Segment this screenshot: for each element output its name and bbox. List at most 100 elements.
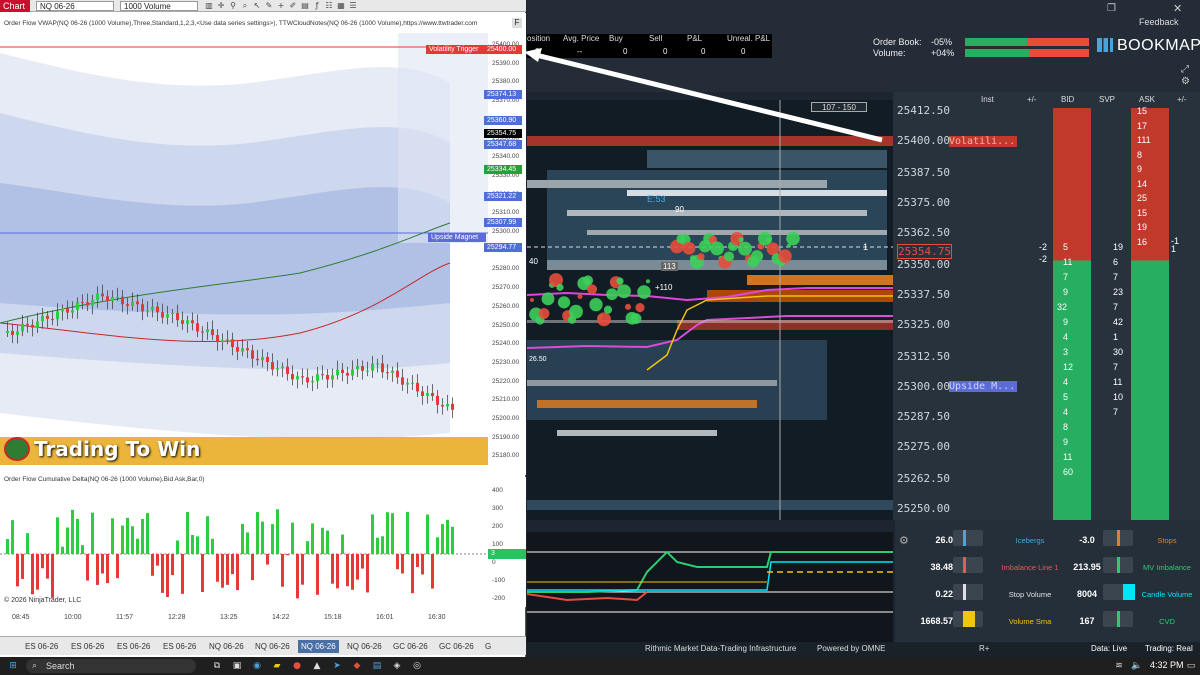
float-button[interactable]: F bbox=[512, 18, 522, 28]
properties-icon[interactable]: ☰ bbox=[348, 1, 358, 11]
ladder-header: BID bbox=[1061, 95, 1075, 104]
tradingview-icon[interactable]: ▲ bbox=[310, 659, 324, 673]
chart-tab[interactable]: GC 06-26 bbox=[390, 640, 431, 653]
chart-tab[interactable]: NQ 06-26 bbox=[252, 640, 293, 653]
app2-icon[interactable]: ◎ bbox=[410, 659, 424, 673]
settings-icon[interactable]: ⚙ bbox=[899, 534, 909, 547]
notification-icon[interactable]: ▭ bbox=[1184, 659, 1198, 673]
task-view-icon[interactable]: ⧉ bbox=[210, 659, 224, 673]
inst-upside: Upside M... bbox=[949, 381, 1017, 392]
chart-tab[interactable]: ES 06-26 bbox=[22, 640, 61, 653]
bid-size: 9 bbox=[1063, 437, 1069, 447]
candle-body bbox=[246, 348, 249, 351]
delta-bar bbox=[301, 554, 304, 585]
crosshair-icon[interactable]: ✛ bbox=[216, 1, 226, 11]
bar-type-icon[interactable]: ▥ bbox=[204, 1, 214, 11]
candle-body bbox=[331, 375, 334, 380]
delta-bar bbox=[11, 520, 14, 554]
price-tag: 25294.77 bbox=[484, 243, 522, 252]
widgets-icon[interactable]: ▣ bbox=[230, 659, 244, 673]
candle-body bbox=[356, 366, 359, 370]
diff-left-2: -2 bbox=[1039, 254, 1048, 264]
chart-tab[interactable]: G bbox=[482, 640, 494, 653]
instrument-select[interactable]: NQ 06-26 bbox=[36, 1, 114, 11]
ladder-header: +/- bbox=[1177, 95, 1187, 104]
candle-body bbox=[6, 331, 9, 333]
strategy-icon[interactable]: ☷ bbox=[324, 1, 334, 11]
ninjatrader-window: Chart NQ 06-26 1000 Volume ▥ ✛ ⚲ ⌕ ↖ ✎ +… bbox=[0, 0, 526, 657]
indicator-icon[interactable]: ƒ bbox=[312, 1, 322, 11]
trade-bubble bbox=[597, 312, 611, 327]
edge-icon[interactable]: ◉ bbox=[250, 659, 264, 673]
delta-axis: 400 300 200 100 0 -100 -200 bbox=[488, 485, 526, 607]
draw-icon[interactable]: ✎ bbox=[264, 1, 274, 11]
delta-bar bbox=[256, 512, 259, 554]
chrome-icon[interactable]: ● bbox=[290, 659, 304, 673]
delta-bar bbox=[306, 541, 309, 554]
ladder-header: +/- bbox=[1027, 95, 1037, 104]
time-axis-label: 11:57 bbox=[116, 614, 133, 621]
expand-icon[interactable]: ⤢ bbox=[1181, 64, 1189, 75]
delta-bar bbox=[251, 554, 254, 581]
v113-label: 113 bbox=[661, 262, 678, 271]
chart-tab[interactable]: ES 06-26 bbox=[68, 640, 107, 653]
app-icon[interactable]: ◈ bbox=[390, 659, 404, 673]
price-axis-label: 25310.00 bbox=[492, 209, 520, 217]
search-box[interactable]: ⌕ Search bbox=[26, 659, 196, 673]
explorer-icon[interactable]: ▰ bbox=[270, 659, 284, 673]
indicator-swatch[interactable] bbox=[953, 557, 983, 573]
edit-icon[interactable]: ✐ bbox=[288, 1, 298, 11]
time-axis-label: 08:45 bbox=[12, 614, 30, 621]
chart-tab[interactable]: NQ 06-26 bbox=[344, 640, 385, 653]
chart-tab[interactable]: ES 06-26 bbox=[114, 640, 153, 653]
ninjatrader-icon[interactable]: ◆ bbox=[350, 659, 364, 673]
delta-bar bbox=[186, 512, 189, 554]
delta-bar bbox=[241, 523, 244, 554]
delta-bar bbox=[331, 554, 334, 584]
volume-icon[interactable]: 🔈 bbox=[1130, 659, 1144, 673]
indicator-swatch[interactable] bbox=[953, 584, 983, 600]
tools-icon[interactable]: ⚙ bbox=[1181, 76, 1190, 87]
candle-body bbox=[141, 304, 144, 312]
start-icon[interactable]: ⊞ bbox=[6, 659, 20, 673]
chart-tab[interactable]: GC 06-26 bbox=[436, 640, 477, 653]
candle-body bbox=[231, 339, 234, 348]
candle-body bbox=[201, 331, 204, 333]
ladder-price: 25337.50 bbox=[897, 288, 950, 301]
trade-bubble bbox=[624, 303, 632, 310]
indicator-name: Stop Volume bbox=[1008, 590, 1052, 599]
trade-bubble bbox=[750, 250, 764, 263]
search-label: Search bbox=[46, 661, 75, 671]
add-icon[interactable]: + bbox=[276, 1, 286, 11]
indicator-swatch[interactable] bbox=[953, 530, 983, 546]
bookmap-icon[interactable]: ▤ bbox=[370, 659, 384, 673]
close-icon[interactable]: ✕ bbox=[1173, 2, 1182, 15]
pointer-icon[interactable]: ↖ bbox=[252, 1, 262, 11]
price-axis-label: 25200.00 bbox=[492, 415, 520, 422]
candle-body bbox=[396, 370, 399, 378]
restore-icon[interactable]: ❐ bbox=[1107, 3, 1116, 14]
delta-bar bbox=[291, 522, 294, 554]
data-box-icon[interactable]: ▤ bbox=[300, 1, 310, 11]
template-icon[interactable]: ▦ bbox=[336, 1, 346, 11]
bid-size: 7 bbox=[1063, 272, 1069, 282]
price-tag: 25347.68 bbox=[484, 140, 522, 149]
svp-value: 7 bbox=[1113, 407, 1119, 417]
telegram-icon[interactable]: ➤ bbox=[330, 659, 344, 673]
chart-menu-tab[interactable]: Chart bbox=[0, 0, 30, 12]
wifi-icon[interactable]: ≋ bbox=[1112, 659, 1126, 673]
indicator-color-2 bbox=[1117, 557, 1120, 573]
zoom-in-icon[interactable]: ⚲ bbox=[228, 1, 238, 11]
zoom-icon[interactable]: ⌕ bbox=[240, 1, 250, 11]
chart-tab[interactable]: NQ 06-26 bbox=[206, 640, 247, 653]
trade-bubble bbox=[616, 277, 624, 285]
chart-tab[interactable]: NQ 06-26 bbox=[298, 640, 339, 653]
candle-body bbox=[101, 293, 104, 297]
trade-bubble bbox=[630, 313, 642, 325]
feedback-button[interactable]: Feedback bbox=[1139, 17, 1179, 27]
interval-select[interactable]: 1000 Volume bbox=[120, 1, 198, 11]
candle-body bbox=[346, 372, 349, 376]
candle-body bbox=[381, 363, 384, 373]
delta-bar bbox=[96, 554, 99, 585]
chart-tab[interactable]: ES 06-26 bbox=[160, 640, 199, 653]
